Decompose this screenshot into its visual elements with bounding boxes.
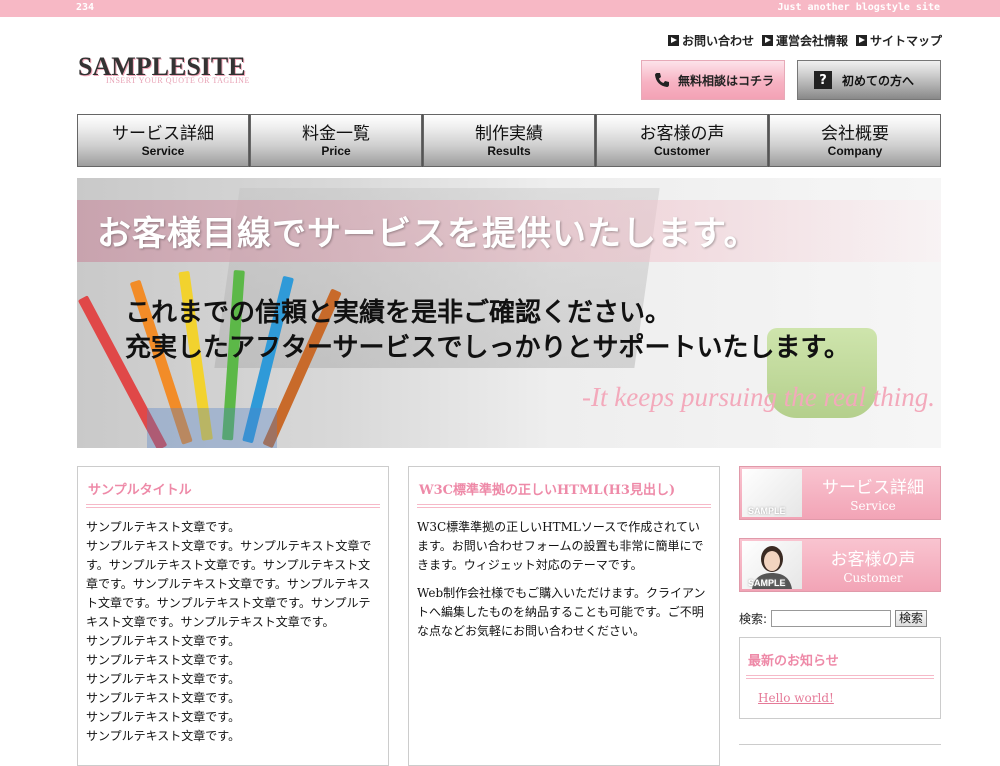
pencil-cup-illustration — [147, 408, 277, 448]
arrow-icon — [667, 35, 679, 46]
search-label: 検索: — [739, 612, 768, 626]
top-strip: 234 Just another blogstyle site — [0, 0, 1000, 17]
nav-label-en: Results — [487, 143, 531, 158]
arrow-icon — [761, 35, 773, 46]
free-consult-label: 無料相談はコチラ — [678, 73, 775, 88]
nav-label-jp: 制作実績 — [475, 123, 543, 144]
nav-label-jp: お客様の声 — [639, 123, 725, 144]
sample-text-paragraph: サンプルテキスト文章です。サンプルテキスト文章です。サンプルテキスト文章です。サ… — [86, 539, 372, 629]
site-description: Just another blogstyle site — [777, 2, 940, 13]
hero-line-2: 充実したアフターサービスでしっかりとサポートいたします。 — [125, 333, 850, 363]
arrow-icon — [855, 35, 867, 46]
header-links: お問い合わせ 運営会社情報 サイトマップ — [667, 32, 942, 49]
hero-line-1: これまでの信頼と実績を是非ご確認ください。 — [125, 298, 672, 328]
sample-badge: SAMPLE — [748, 578, 786, 588]
nav-company[interactable]: 会社概要 Company — [769, 114, 941, 167]
sample-text-line: サンプルテキスト文章です。 — [86, 653, 241, 667]
search-button[interactable]: 検索 — [895, 610, 928, 627]
w3c-paragraph-2: Web制作会社様でもご購入いただけます。クライアントへ編集したものを納品すること… — [417, 586, 706, 638]
nav-label-jp: 会社概要 — [821, 123, 889, 144]
nav-label-jp: サービス詳細 — [112, 123, 214, 144]
w3c-article-title: W3C標準準拠の正しいHTML(H3見出し) — [417, 477, 711, 508]
contact-link[interactable]: お問い合わせ — [667, 32, 754, 49]
nav-label-jp: 料金一覧 — [302, 123, 370, 144]
hero-copy: これまでの信頼と実績を是非ご確認ください。 充実したアフターサービスでしっかりと… — [125, 296, 850, 366]
nav-results[interactable]: 制作実績 Results — [423, 114, 595, 167]
sitemap-link[interactable]: サイトマップ — [855, 32, 942, 49]
w3c-article-body: W3C標準準拠の正しいHTMLソースで作成されています。お問い合わせフォームの設… — [417, 518, 711, 641]
nav-label-en: Customer — [653, 143, 710, 158]
next-widget — [739, 744, 941, 765]
hero-banner: お客様目線でサービスを提供いたします。 これまでの信頼と実績を是非ご確認ください… — [77, 178, 941, 448]
nav-service[interactable]: サービス詳細 Service — [77, 114, 249, 167]
company-info-link[interactable]: 運営会社情報 — [761, 32, 848, 49]
top-strip-left: 234 — [76, 2, 95, 13]
sidebar-service-banner[interactable]: SAMPLE サービス詳細 Service — [739, 466, 941, 520]
customer-banner-en: Customer — [843, 571, 903, 585]
sample-text-line: サンプルテキスト文章です。 — [86, 691, 241, 705]
free-consult-button[interactable]: 無料相談はコチラ — [641, 60, 785, 100]
news-title: 最新のお知らせ — [746, 648, 934, 679]
sample-badge: SAMPLE — [748, 506, 786, 516]
sample-article-body: サンプルテキスト文章です。 サンプルテキスト文章です。サンプルテキスト文章です。… — [86, 518, 380, 746]
sample-text-line: サンプルテキスト文章です。 — [86, 520, 241, 534]
global-nav: サービス詳細 Service 料金一覧 Price 制作実績 Results お… — [77, 114, 941, 167]
question-icon: ? — [814, 71, 832, 89]
nav-label-en: Price — [321, 143, 351, 158]
w3c-paragraph-1: W3C標準準拠の正しいHTMLソースで作成されています。お問い合わせフォームの設… — [417, 520, 704, 572]
first-time-button[interactable]: ? 初めての方へ — [797, 60, 941, 100]
nav-price[interactable]: 料金一覧 Price — [250, 114, 422, 167]
hero-headline: お客様目線でサービスを提供いたします。 — [97, 214, 759, 254]
search-input[interactable] — [771, 610, 892, 627]
site-logo[interactable]: SAMPLESITE INSERT YOUR QUOTE OR TAGLINE — [78, 52, 250, 85]
hero-english-tagline: -It keeps pursuing the real thing. — [582, 382, 935, 412]
sample-text-line: サンプルテキスト文章です。 — [86, 634, 241, 648]
service-banner-en: Service — [850, 499, 896, 513]
sample-text-line: サンプルテキスト文章です。 — [86, 729, 241, 743]
news-link[interactable]: Hello world! — [758, 691, 940, 705]
nav-label-en: Service — [141, 143, 185, 158]
search-form: 検索: 検索 — [739, 610, 928, 627]
sample-text-line: サンプルテキスト文章です。 — [86, 710, 241, 724]
w3c-article: W3C標準準拠の正しいHTML(H3見出し) W3C標準準拠の正しいHTMLソー… — [408, 466, 720, 766]
nav-customer[interactable]: お客様の声 Customer — [596, 114, 768, 167]
site-tagline: INSERT YOUR QUOTE OR TAGLINE — [106, 76, 250, 85]
sample-article: サンプルタイトル サンプルテキスト文章です。 サンプルテキスト文章です。サンプル… — [77, 466, 389, 766]
sample-article-title: サンプルタイトル — [86, 477, 380, 508]
first-time-label: 初めての方へ — [842, 73, 915, 88]
sidebar-customer-banner[interactable]: SAMPLE お客様の声 Customer — [739, 538, 941, 592]
news-widget: 最新のお知らせ Hello world! — [739, 637, 941, 719]
phone-icon — [655, 73, 669, 87]
customer-banner-jp: お客様の声 — [830, 550, 916, 570]
sample-text-line: サンプルテキスト文章です。 — [86, 672, 241, 686]
service-banner-jp: サービス詳細 — [822, 478, 924, 498]
nav-label-en: Company — [827, 143, 883, 158]
